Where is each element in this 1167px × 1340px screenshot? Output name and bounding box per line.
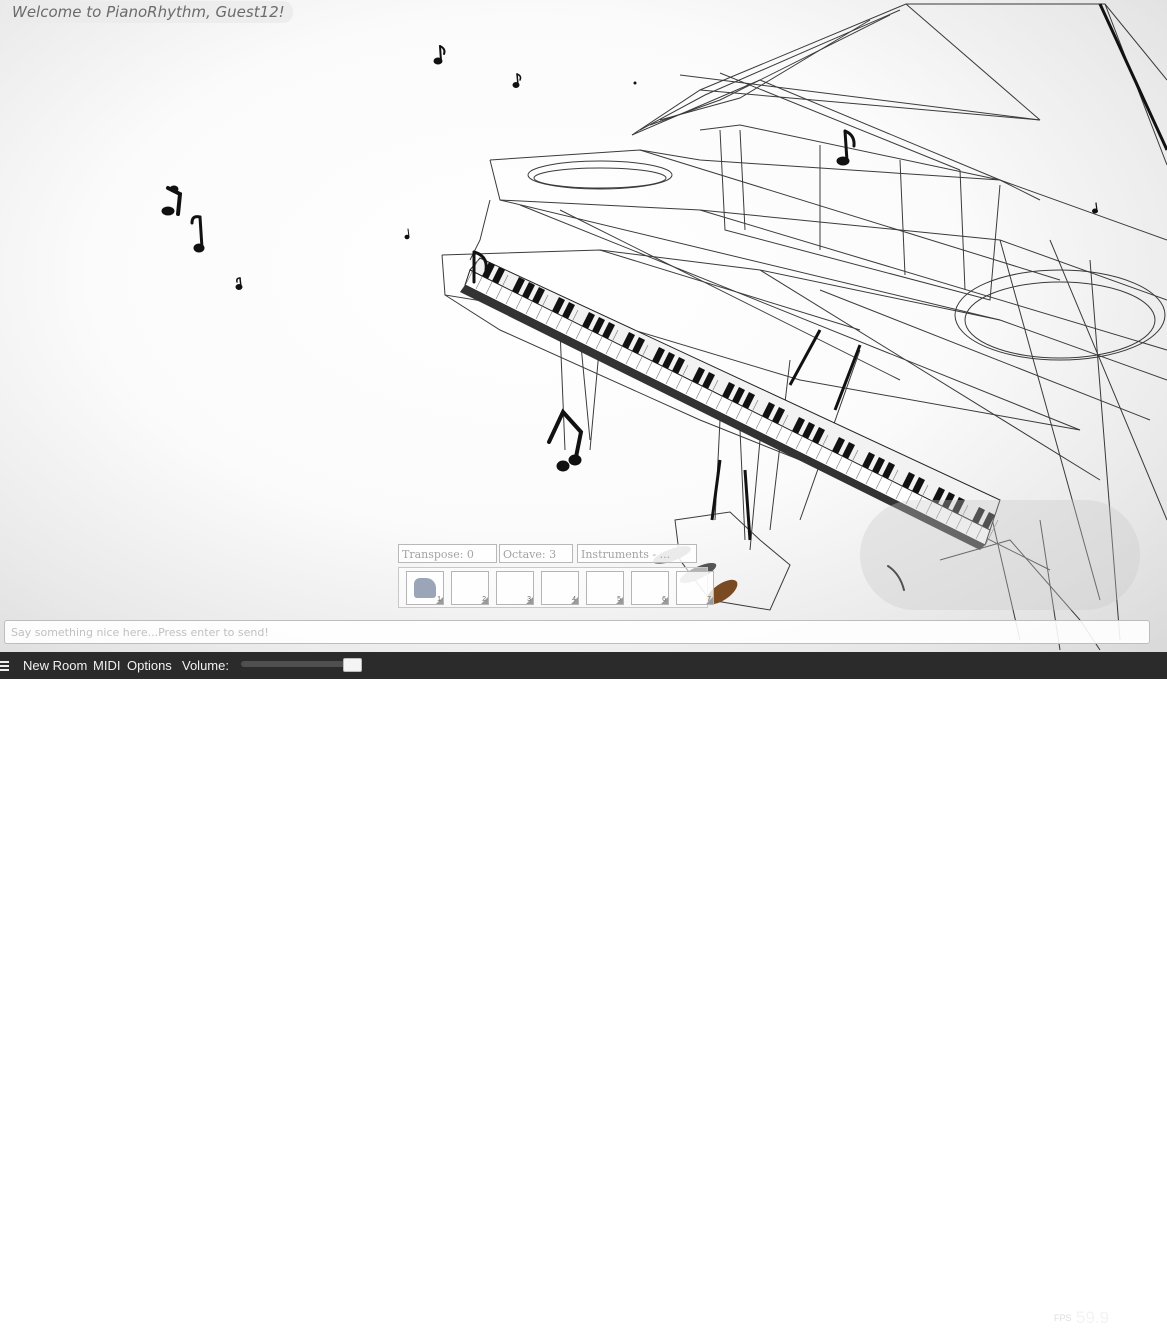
slot-number: 7 — [707, 596, 711, 603]
instrument-slot[interactable]: 5 — [586, 571, 624, 605]
instrument-slot[interactable]: 1 — [406, 571, 444, 605]
music-note-icon — [404, 228, 410, 240]
slot-number: 4 — [572, 596, 576, 603]
music-note-icon — [235, 277, 243, 290]
music-note-icon — [472, 250, 488, 284]
slot-number: 3 — [527, 596, 531, 603]
instrument-slot[interactable]: 7 — [676, 571, 714, 605]
music-note-icon — [633, 81, 637, 85]
midi-button[interactable]: MIDI — [93, 658, 120, 673]
logo-text: RHYTHM — [1127, 1323, 1159, 1330]
hamburger-menu-icon[interactable] — [0, 661, 9, 671]
music-note-icon — [512, 73, 522, 88]
slot-number: 2 — [482, 596, 486, 603]
instrument-slot[interactable]: 6 — [631, 571, 669, 605]
slot-number: 6 — [662, 596, 666, 603]
slot-number: 1 — [437, 596, 441, 603]
instruments-dropdown[interactable]: Instruments - ... — [577, 544, 697, 563]
bottom-toolbar: New Room MIDI Options Volume: FPS 59.9 R… — [0, 652, 1167, 1337]
music-note-icon — [433, 45, 446, 65]
chat-input[interactable] — [4, 620, 1150, 644]
watermark-bubble — [860, 500, 1140, 610]
pianorhythm-logo: RHYTHM — [1124, 1304, 1167, 1337]
options-button[interactable]: Options — [127, 658, 172, 673]
slot-number: 5 — [617, 596, 621, 603]
music-note-icon — [547, 408, 584, 472]
music-note-icon — [161, 185, 183, 216]
instrument-slot[interactable]: 2 — [451, 571, 489, 605]
octave-control[interactable]: Octave: 3 — [499, 544, 573, 563]
piano-icon — [414, 578, 436, 598]
transpose-control[interactable]: Transpose: 0 — [398, 544, 497, 563]
music-note-icon — [190, 215, 205, 253]
welcome-banner: Welcome to PianoRhythm, Guest12! — [4, 1, 293, 23]
instrument-slot[interactable]: 4 — [541, 571, 579, 605]
volume-slider-thumb[interactable] — [342, 658, 362, 672]
music-note-icon — [1092, 202, 1098, 214]
fps-label: FPS — [1054, 1313, 1072, 1323]
new-room-button[interactable]: New Room — [23, 658, 87, 673]
volume-label: Volume: — [182, 658, 229, 673]
instrument-slot[interactable]: 3 — [496, 571, 534, 605]
fps-value: 59.9 — [1076, 1308, 1110, 1327]
music-note-icon — [836, 129, 856, 166]
